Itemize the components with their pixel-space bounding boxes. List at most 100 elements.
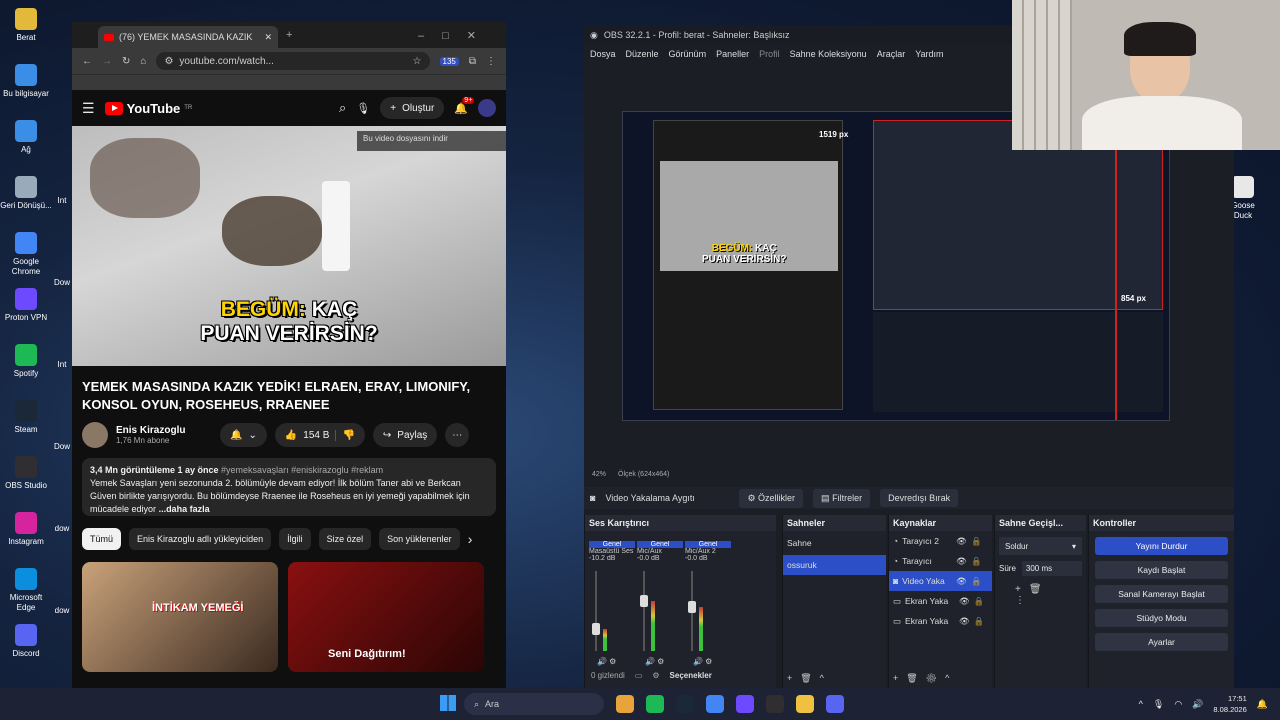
desktop-icon-partial[interactable]: Int <box>52 196 72 206</box>
video-player[interactable]: Bu video dosyasını indir BEGÜM: KAÇ PUAN… <box>72 126 506 366</box>
chrome-tab-youtube[interactable]: (76) YEMEK MASASINDA KAZIK ✕ <box>98 26 278 48</box>
desktop-icon[interactable]: Proton VPN <box>0 288 52 323</box>
desktop-icon-partial[interactable]: Int <box>52 360 72 370</box>
filter-chip[interactable]: Enis Kirazoglu adlı yükleyiciden <box>129 528 272 550</box>
virtual-camera-button[interactable]: Sanal Kamerayı Başlat <box>1095 585 1228 603</box>
create-button[interactable]: + Oluştur <box>380 97 445 119</box>
notifications-bell-icon[interactable]: 🔔 9+ <box>454 96 475 115</box>
mixer-channel-name[interactable]: Masaüstü Ses <box>589 548 635 555</box>
like-count[interactable]: 154 B <box>303 430 329 441</box>
canvas-scale[interactable]: Ölçek (624x464) <box>618 471 669 478</box>
filter-chip[interactable]: Tümü <box>82 528 122 550</box>
desktop-icon[interactable]: Berat <box>0 8 52 43</box>
share-button[interactable]: ↪ Paylaş <box>372 423 438 447</box>
download-tooltip[interactable]: Bu video dosyasını indir <box>357 131 506 151</box>
volume-slider-handle[interactable] <box>592 622 600 635</box>
volume-slider-handle[interactable] <box>688 601 696 613</box>
mixer-settings-icon[interactable]: ⚙ <box>652 671 659 680</box>
desktop-icon[interactable]: Geri Dönüşü... <box>0 176 52 211</box>
filters-button[interactable]: ▤ Filtreler <box>813 488 871 508</box>
lock-icon[interactable]: 🔒 <box>974 616 985 627</box>
filter-chip[interactable]: Son yüklenenler <box>379 528 460 550</box>
desktop-icon[interactable]: Ağ <box>0 120 52 155</box>
mute-settings-icon[interactable]: 🔊 ⚙ <box>645 657 664 666</box>
desktop-icon[interactable]: Google Chrome <box>0 232 52 277</box>
taskbar-search[interactable]: ⌕ Ara <box>464 693 604 715</box>
windows-start-icon[interactable] <box>440 695 458 713</box>
obs-menu-item[interactable]: Sahne Koleksiyonu <box>790 49 867 59</box>
mixer-layout-icon[interactable]: ▭ <box>635 671 643 680</box>
stop-stream-button[interactable]: Yayını Durdur <box>1095 537 1228 555</box>
obs-menu-item[interactable]: Görünüm <box>669 49 707 59</box>
deactivate-button[interactable]: Devredışı Bırak <box>880 489 959 507</box>
settings-button[interactable]: Ayarlar <box>1095 633 1228 651</box>
clock[interactable]: 17:51 8.08.2026 <box>1213 693 1246 715</box>
taskbar-app-icon[interactable] <box>616 695 634 713</box>
site-info-icon[interactable]: ⚙ <box>164 56 173 67</box>
desktop-icon[interactable]: Discord <box>0 624 52 659</box>
extensions-icon[interactable]: ⧉ <box>469 56 476 67</box>
desktop-icon[interactable]: Microsoft Edge <box>0 568 52 613</box>
taskbar-app-icon[interactable] <box>736 695 754 713</box>
microphone-icon[interactable]: 🎙 <box>1153 699 1164 710</box>
address-bar[interactable]: ⚙ youtube.com/watch... ☆ <box>156 52 430 70</box>
desktop-icon-partial[interactable]: dow <box>52 606 72 616</box>
source-item[interactable]: ◔ Tarayıcı 2 👁 🔒 <box>889 531 992 551</box>
source-item[interactable]: ▭ Ekran Yaka 👁 🔒 <box>889 591 992 611</box>
dislike-icon[interactable]: 👎 <box>335 429 355 441</box>
mixer-channel-name[interactable]: Mic/Aux 2 <box>685 548 731 555</box>
lock-icon[interactable]: 🔒 <box>974 596 985 607</box>
reload-icon[interactable]: ↻ <box>122 56 130 67</box>
visibility-eye-icon[interactable]: 👁 <box>956 536 967 547</box>
youtube-logo[interactable]: YouTube TR <box>104 101 192 116</box>
home-icon[interactable]: ⌂ <box>140 56 146 67</box>
obs-menu-item[interactable]: Araçlar <box>877 49 906 59</box>
hashtags[interactable]: #yemeksavaşları #eniskirazoglu #reklam <box>221 465 383 475</box>
obs-menu-item[interactable]: Dosya <box>590 49 616 59</box>
taskbar-app-icon[interactable] <box>706 695 724 713</box>
obs-menu-item[interactable]: Paneller <box>716 49 749 59</box>
thumbnail-1[interactable]: İNTİKAM YEMEĞİ <box>82 562 278 672</box>
microphone-icon[interactable]: 🎙 <box>356 102 370 115</box>
source-item[interactable]: ◙ Video Yaka 👁 🔒 <box>889 571 992 591</box>
visibility-eye-icon[interactable]: 👁 <box>959 616 970 627</box>
desktop-icon-partial[interactable]: dow <box>52 524 72 534</box>
channel-avatar[interactable] <box>82 422 108 448</box>
scenes-toolbar[interactable]: +🗑^ <box>787 673 832 684</box>
more-actions-button[interactable]: ⋯ <box>445 423 470 447</box>
bookmark-star-icon[interactable]: ☆ <box>413 56 422 67</box>
channel-name[interactable]: Enis Kirazoglu <box>116 425 212 436</box>
sources-toolbar[interactable]: +🗑⚙^ <box>893 673 957 684</box>
source-item[interactable]: ▭ Ekran Yaka 👁 🔒 <box>889 611 992 631</box>
taskbar-app-icon[interactable] <box>796 695 814 713</box>
new-tab-icon[interactable]: + <box>286 29 292 41</box>
visibility-eye-icon[interactable]: 👁 <box>956 556 967 567</box>
account-avatar[interactable] <box>478 99 496 117</box>
zoom-level[interactable]: 42% <box>592 471 606 478</box>
desktop-icon[interactable]: Spotify <box>0 344 52 379</box>
like-icon[interactable]: 👍 <box>285 430 297 441</box>
show-more-link[interactable]: ...daha fazla <box>159 504 210 514</box>
properties-button[interactable]: ⚙ Özellikler <box>739 488 804 508</box>
mixer-channel-name[interactable]: Mic/Aux <box>637 548 683 555</box>
studio-mode-button[interactable]: Stüdyo Modu <box>1095 609 1228 627</box>
taskbar-app-icon[interactable] <box>676 695 694 713</box>
menu-dots-icon[interactable]: ⋮ <box>486 56 496 67</box>
filter-chip[interactable]: Size özel <box>318 528 372 550</box>
lock-icon[interactable]: 🔒 <box>971 556 982 567</box>
hamburger-menu-icon[interactable]: ☰ <box>82 100 95 117</box>
transition-type-select[interactable]: Soldur ▾ <box>999 537 1082 555</box>
lock-icon[interactable]: 🔒 <box>971 536 982 547</box>
mute-settings-icon[interactable]: 🔊 ⚙ <box>597 657 616 666</box>
taskbar-app-icon[interactable] <box>766 695 784 713</box>
volume-slider-track[interactable] <box>595 571 597 651</box>
visibility-eye-icon[interactable]: 👁 <box>959 596 970 607</box>
desktop-icon[interactable]: Bu bilgisayar <box>0 64 52 99</box>
desktop-icon-partial[interactable]: Dow <box>52 278 72 288</box>
subscribe-bell-button[interactable]: 🔔 ⌄ <box>220 423 267 447</box>
notification-icon[interactable]: 🔔 <box>1257 699 1268 710</box>
forward-icon[interactable]: → <box>102 56 112 67</box>
search-icon[interactable]: ⌕ <box>339 100 346 116</box>
wifi-icon[interactable]: ◠ <box>1174 699 1182 710</box>
volume-slider-track[interactable] <box>643 571 645 651</box>
